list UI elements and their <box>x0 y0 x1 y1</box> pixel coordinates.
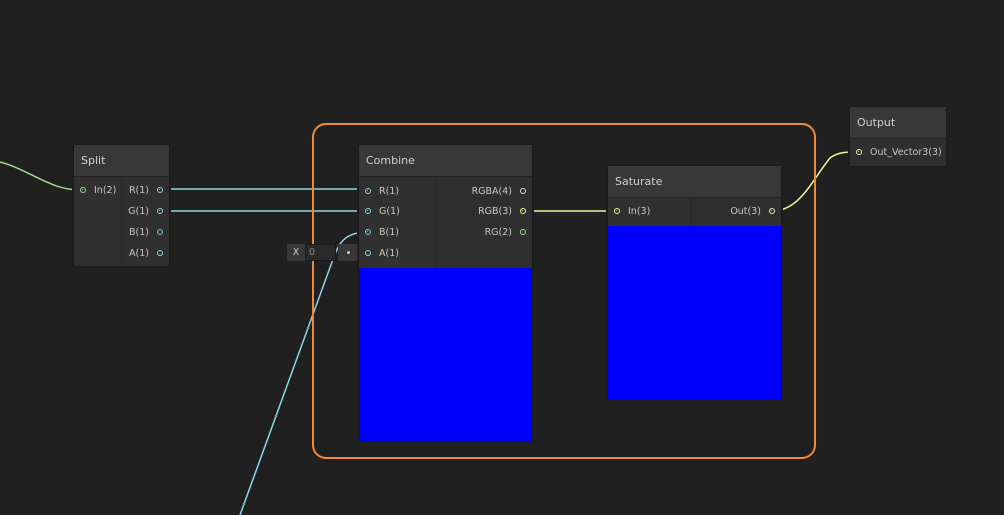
port-connected-icon[interactable] <box>157 208 163 214</box>
wire-into-split[interactable] <box>0 161 81 191</box>
port-connected-icon[interactable] <box>365 208 371 214</box>
output-node-title[interactable]: Output <box>850 107 946 139</box>
port-connected-icon[interactable] <box>520 208 526 214</box>
field-value-input[interactable]: 0 <box>305 244 336 261</box>
field-connector-icon[interactable] <box>338 244 360 261</box>
port-empty-icon[interactable] <box>520 188 526 194</box>
split-output-b[interactable]: B(1) <box>121 224 169 242</box>
output-node[interactable]: Output Out_Vector3(3) <box>849 106 947 167</box>
combine-input-a[interactable]: A(1) <box>359 245 455 263</box>
port-empty-icon[interactable] <box>520 229 526 235</box>
port-empty-icon[interactable] <box>157 250 163 256</box>
port-connected-icon[interactable] <box>614 208 620 214</box>
split-output-a[interactable]: A(1) <box>121 245 169 263</box>
output-input-vector3[interactable]: Out_Vector3(3) <box>850 144 960 162</box>
split-node[interactable]: Split In(2) R(1) G(1) B(1) A(1) <box>73 144 170 267</box>
split-output-g[interactable]: G(1) <box>121 203 169 221</box>
combine-node-title[interactable]: Combine <box>359 145 532 177</box>
saturate-node-title[interactable]: Saturate <box>608 166 781 198</box>
saturate-preview <box>608 226 781 399</box>
combine-output-rgba[interactable]: RGBA(4) <box>436 183 532 201</box>
combine-output-rgb[interactable]: RGB(3) <box>436 203 532 221</box>
port-connected-icon[interactable] <box>80 187 86 193</box>
port-connected-icon[interactable] <box>157 187 163 193</box>
port-connected-icon[interactable] <box>769 208 775 214</box>
port-empty-icon[interactable] <box>365 250 371 256</box>
combine-output-rg[interactable]: RG(2) <box>436 224 532 242</box>
port-connected-icon[interactable] <box>856 149 862 155</box>
saturate-node[interactable]: Saturate In(3) Out(3) <box>607 165 782 400</box>
port-connected-icon[interactable] <box>365 188 371 194</box>
saturate-output-out[interactable]: Out(3) <box>691 203 781 221</box>
combine-preview <box>359 268 532 441</box>
combine-node[interactable]: Combine R(1) G(1) B(1) A(1) RGBA(4) RGB(… <box>358 144 533 442</box>
split-output-r[interactable]: R(1) <box>121 182 169 200</box>
combine-a-default-field[interactable]: X 0 <box>287 244 360 261</box>
port-connected-icon[interactable] <box>365 229 371 235</box>
port-empty-icon[interactable] <box>157 229 163 235</box>
split-node-title[interactable]: Split <box>74 145 169 177</box>
field-axis-label: X <box>287 244 305 261</box>
